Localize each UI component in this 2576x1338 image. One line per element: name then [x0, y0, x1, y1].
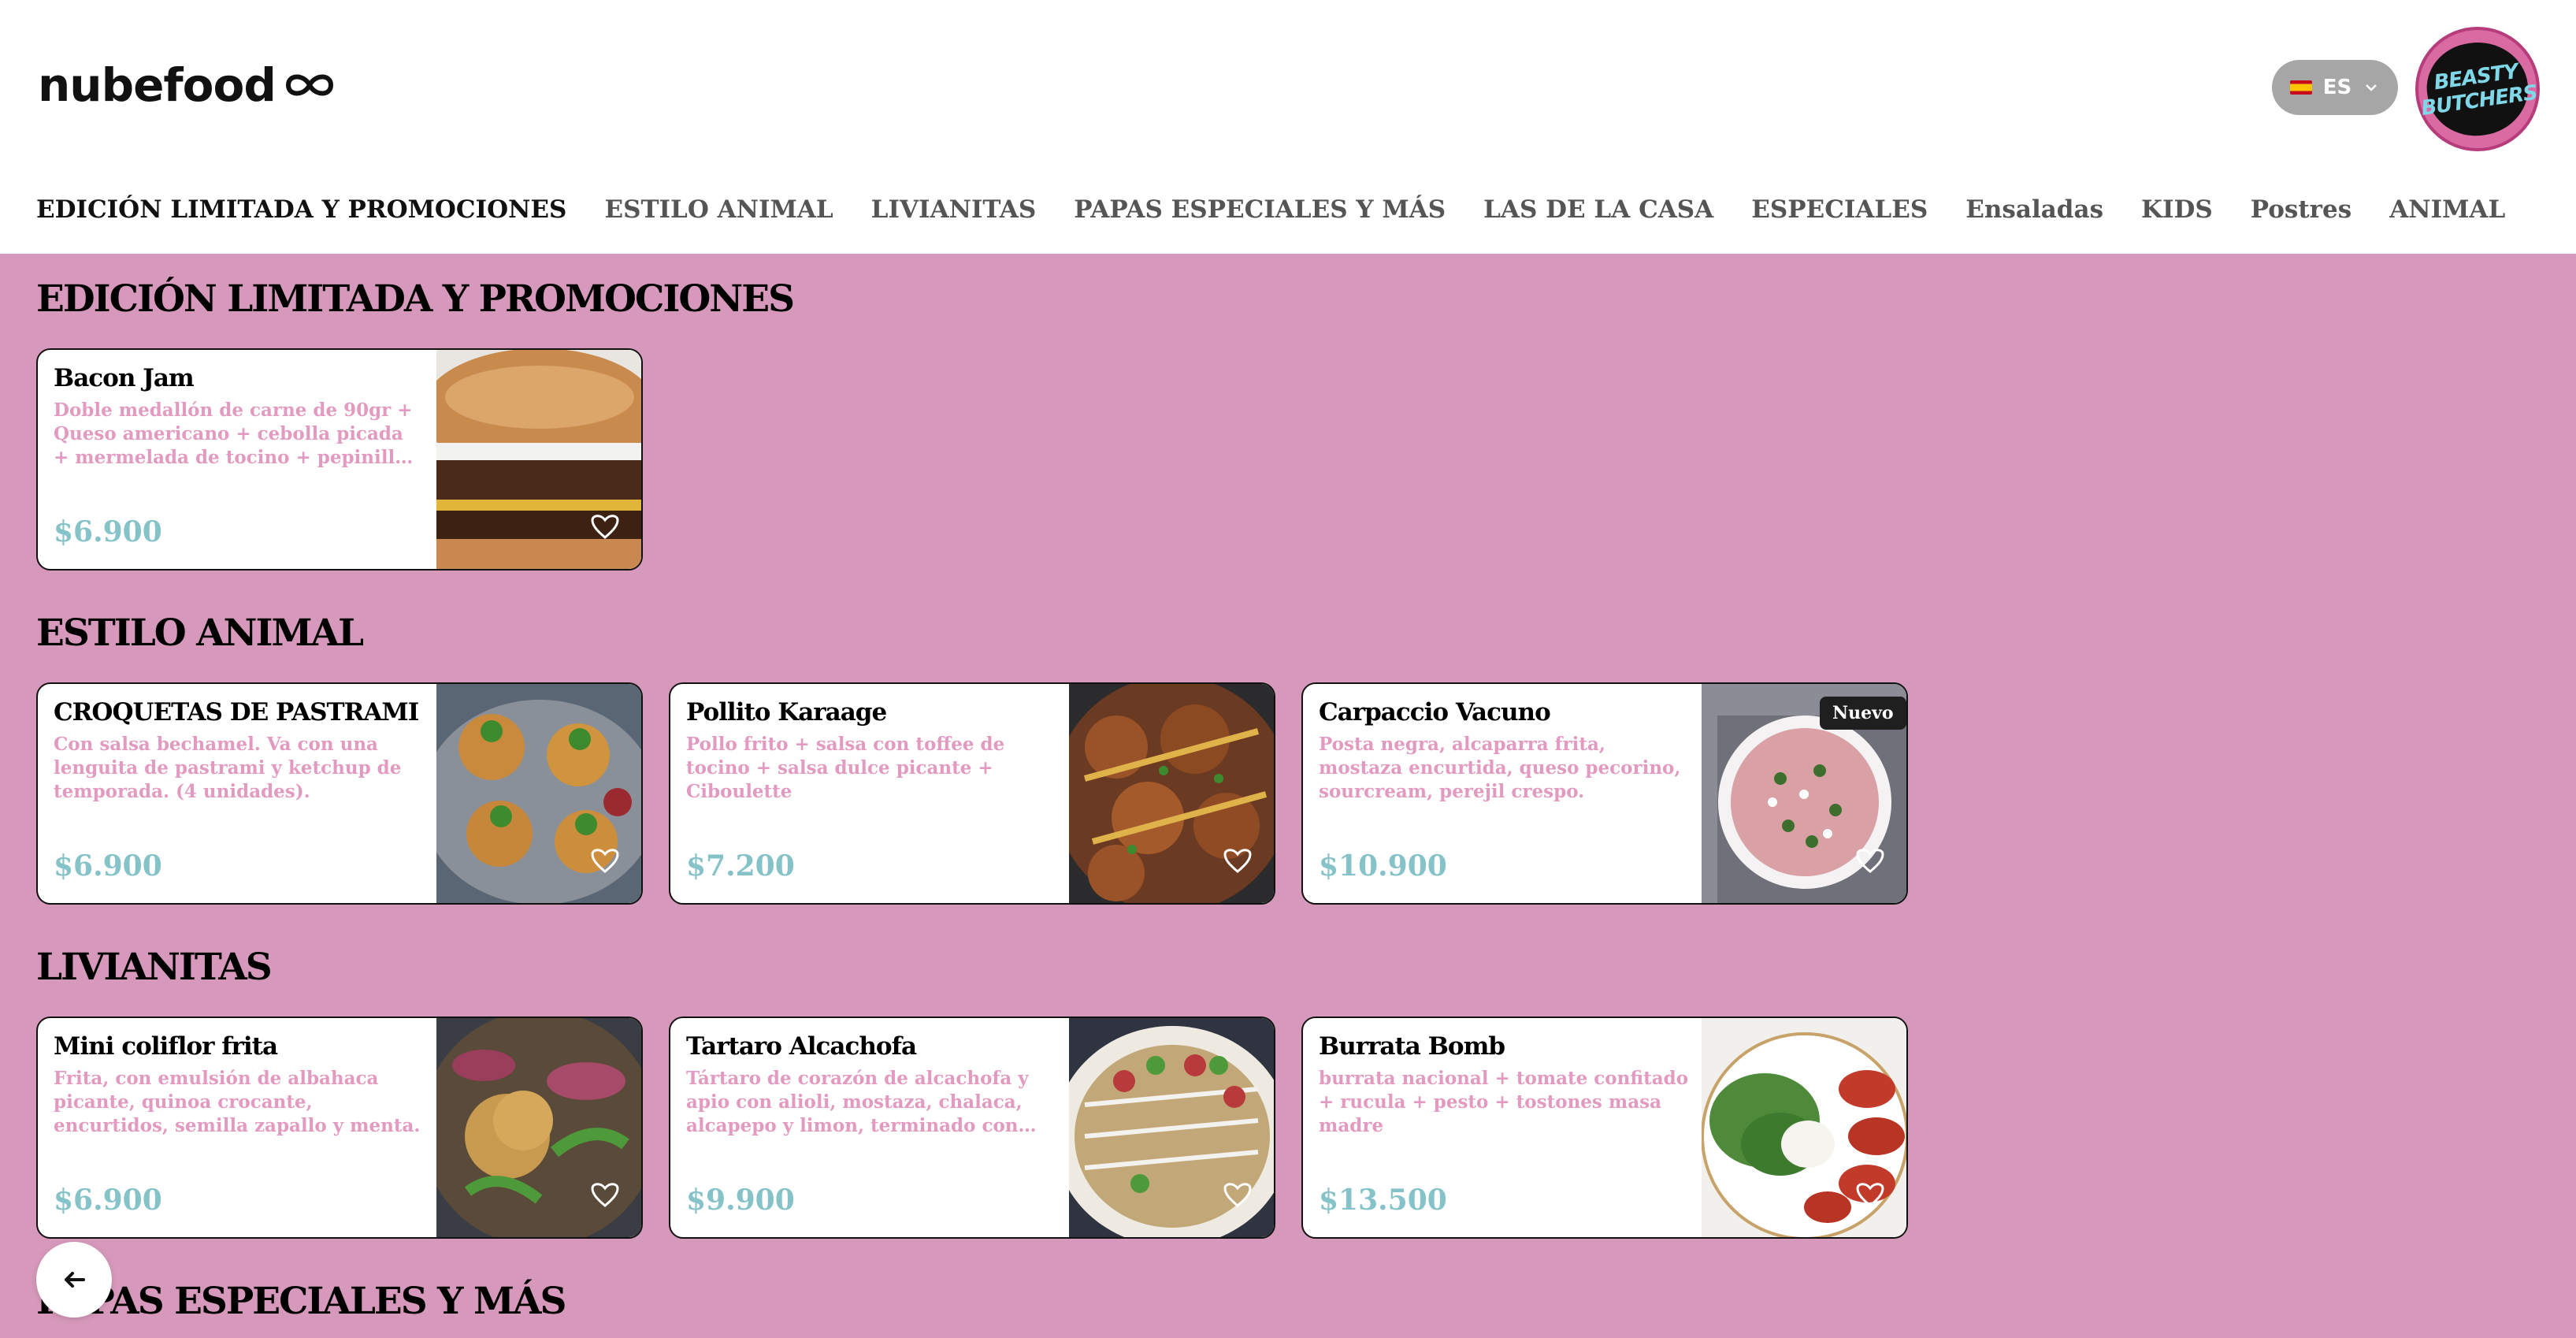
- back-button[interactable]: [36, 1242, 112, 1318]
- product-name: Mini coliflor frita: [54, 1032, 278, 1061]
- nav-item-estilo-animal[interactable]: ESTILO ANIMAL: [604, 195, 833, 224]
- product-card[interactable]: Tartaro Alcachofa Tártaro de corazón de …: [669, 1017, 1275, 1239]
- category-nav: EDICIÓN LIMITADA Y PROMOCIONES ESTILO AN…: [36, 195, 2505, 224]
- nav-item-postres[interactable]: Postres: [2251, 195, 2351, 224]
- product-price: $6.900: [54, 1184, 162, 1217]
- product-price: $13.500: [1319, 1184, 1447, 1217]
- product-name: Carpaccio Vacuno: [1319, 698, 1551, 727]
- product-card[interactable]: Mini coliflor frita Frita, con emulsión …: [36, 1017, 643, 1239]
- product-description: Doble medallón de carne de 90gr + Queso …: [54, 400, 418, 468]
- section-title: EDICIÓN LIMITADA Y PROMOCIONES: [36, 277, 795, 321]
- arrow-left-icon: [65, 1272, 85, 1288]
- section-title: ESTILO ANIMAL: [36, 611, 364, 655]
- beasty-butchers-logo[interactable]: BEASTY BUTCHERS: [2415, 27, 2540, 151]
- nav-item-papas-especiales[interactable]: PAPAS ESPECIALES Y MÁS: [1074, 195, 1446, 224]
- nav-item-ensaladas[interactable]: Ensaladas: [1965, 195, 2103, 224]
- section-title: LIVIANITAS: [36, 946, 273, 989]
- card-body: Mini coliflor frita Frita, con emulsión …: [54, 1032, 424, 1138]
- product-card[interactable]: Burrata Bomb burrata nacional + tomate c…: [1301, 1017, 1908, 1239]
- brand-logo-badge: BEASTY BUTCHERS: [2420, 35, 2538, 143]
- nubefood-logo[interactable]: nubefood: [38, 58, 336, 112]
- nav-item-animal[interactable]: ANIMAL: [2389, 195, 2505, 224]
- product-description: Tártaro de corazón de alcachofa y apio c…: [686, 1068, 1029, 1136]
- card-body: Burrata Bomb burrata nacional + tomate c…: [1319, 1032, 1689, 1138]
- section-title: PAPAS ESPECIALES Y MÁS: [36, 1280, 566, 1323]
- product-price: $9.900: [686, 1184, 795, 1217]
- product-price: $6.900: [54, 515, 162, 548]
- product-card[interactable]: CROQUETAS DE PASTRAMI Con salsa bechamel…: [36, 682, 643, 905]
- product-description: burrata nacional + tomate confitado + ru…: [1319, 1068, 1689, 1136]
- product-price: $10.900: [1319, 849, 1447, 883]
- product-name: Bacon Jam: [54, 364, 195, 392]
- heart-icon[interactable]: [589, 511, 621, 542]
- product-description: Frita, con emulsión de albahaca picante,…: [54, 1068, 421, 1136]
- product-name: Tartaro Alcachofa: [686, 1032, 917, 1061]
- product-price: $7.200: [686, 849, 795, 883]
- heart-icon[interactable]: [589, 845, 621, 876]
- product-price: $6.900: [54, 849, 162, 883]
- logo-text: nubefood: [38, 58, 277, 112]
- new-badge: Nuevo: [1820, 697, 1906, 730]
- product-card[interactable]: Carpaccio Vacuno Posta negra, alcaparra …: [1301, 682, 1908, 905]
- product-description: Pollo frito + salsa con toffee de tocino…: [686, 734, 1005, 802]
- heart-icon[interactable]: [1222, 845, 1253, 876]
- product-card[interactable]: Pollito Karaage Pollo frito + salsa con …: [669, 682, 1275, 905]
- nav-item-kids[interactable]: KIDS: [2141, 195, 2213, 224]
- heart-icon[interactable]: [1854, 845, 1886, 876]
- card-body: Tartaro Alcachofa Tártaro de corazón de …: [686, 1032, 1056, 1138]
- product-name: Pollito Karaage: [686, 698, 887, 727]
- product-name: CROQUETAS DE PASTRAMI: [54, 698, 419, 727]
- heart-icon[interactable]: [589, 1179, 621, 1210]
- product-name: Burrata Bomb: [1319, 1032, 1505, 1061]
- product-description: Con salsa bechamel. Va con una lenguita …: [54, 734, 402, 802]
- spain-flag-icon: [2289, 80, 2312, 95]
- nav-item-las-de-la-casa[interactable]: LAS DE LA CASA: [1483, 195, 1713, 224]
- nav-item-livianitas[interactable]: LIVIANITAS: [871, 195, 1037, 224]
- card-body: CROQUETAS DE PASTRAMI Con salsa bechamel…: [54, 698, 424, 804]
- nav-item-especiales[interactable]: ESPECIALES: [1751, 195, 1928, 224]
- nav-item-edicion-limitada[interactable]: EDICIÓN LIMITADA Y PROMOCIONES: [36, 195, 566, 224]
- heart-icon[interactable]: [1854, 1179, 1886, 1210]
- card-body: Pollito Karaage Pollo frito + salsa con …: [686, 698, 1056, 804]
- header: nubefood ES BEASTY BUTCHERS EDICIÓN LIMI…: [0, 0, 2576, 254]
- heart-icon[interactable]: [1222, 1179, 1253, 1210]
- product-description: Posta negra, alcaparra frita, mostaza en…: [1319, 734, 1681, 802]
- chevron-down-icon: [2366, 84, 2377, 91]
- card-body: Bacon Jam Doble medallón de carne de 90g…: [54, 364, 424, 470]
- infinity-icon: [285, 74, 333, 96]
- card-body: Carpaccio Vacuno Posta negra, alcaparra …: [1319, 698, 1689, 804]
- language-selector[interactable]: ES: [2272, 60, 2398, 115]
- product-card[interactable]: Bacon Jam Doble medallón de carne de 90g…: [36, 348, 643, 571]
- language-label: ES: [2322, 76, 2352, 99]
